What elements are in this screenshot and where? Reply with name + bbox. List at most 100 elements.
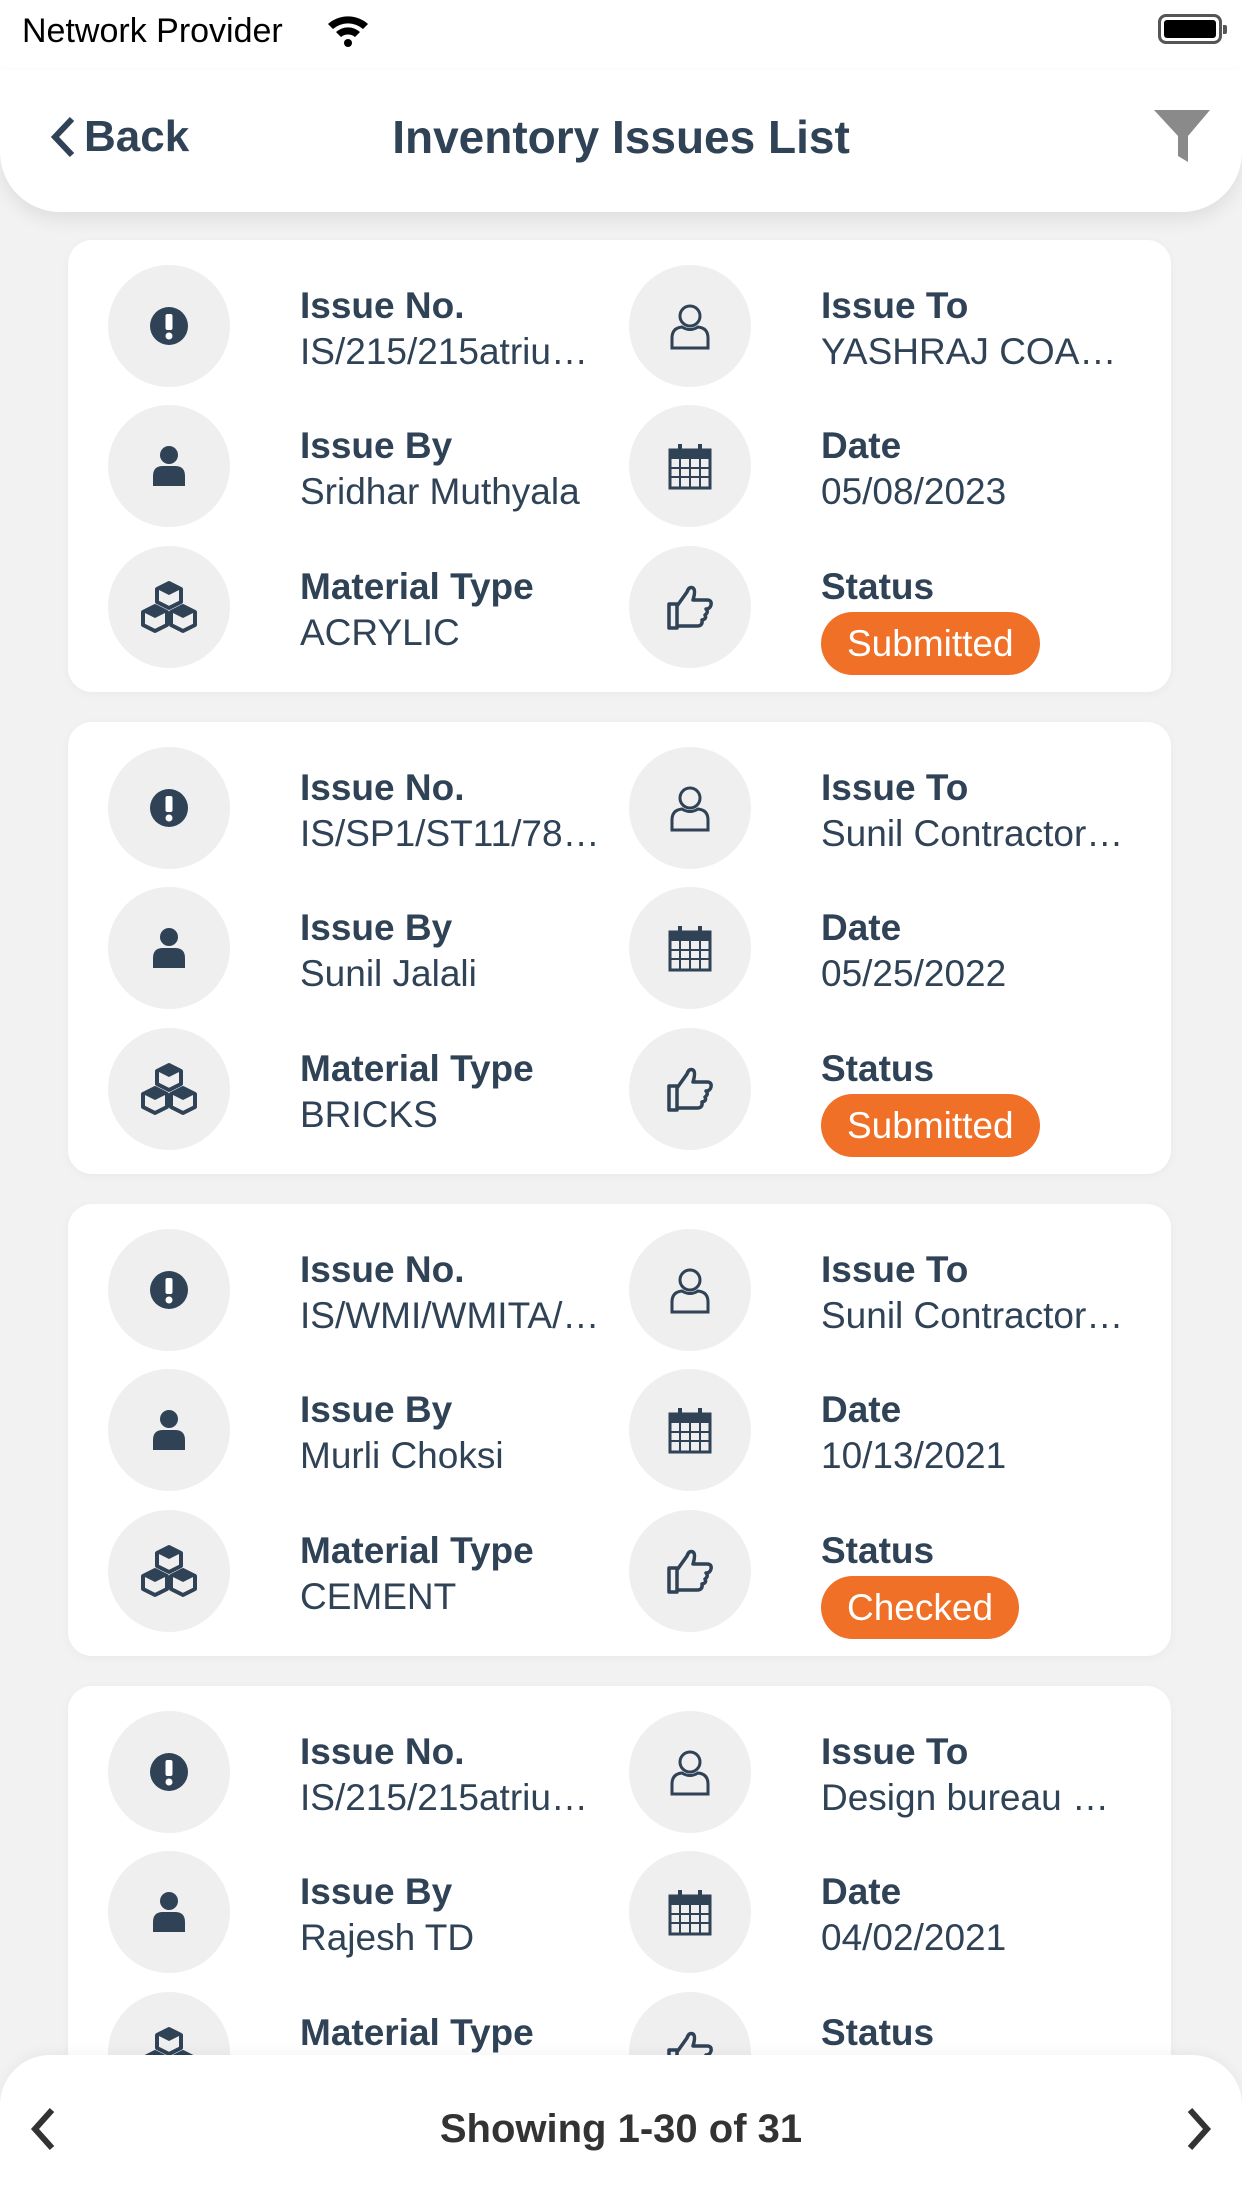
cubes-icon <box>108 1510 230 1632</box>
filter-icon <box>1154 110 1210 162</box>
thumbs-up-icon <box>629 1510 751 1632</box>
date-value: 04/02/2021 <box>821 1917 1007 1958</box>
date-value: 05/25/2022 <box>821 953 1007 994</box>
field-issue-no: Issue No. IS/215/215atriu… <box>108 265 628 389</box>
field-issue-to: Issue To Sunil Contractor… <box>629 1229 1149 1353</box>
material-type-label: Material Type <box>300 2012 534 2053</box>
field-issue-by: Issue By Sunil Jalali <box>108 887 628 1011</box>
issue-no-value: IS/215/215atriu… <box>300 1777 588 1818</box>
alert-icon <box>108 1711 230 1833</box>
field-issue-by: Issue By Rajesh TD <box>108 1851 628 1975</box>
date-label: Date <box>821 1389 902 1430</box>
issue-no-value: IS/WMI/WMITA/… <box>300 1295 600 1336</box>
issue-by-value: Sridhar Muthyala <box>300 471 580 512</box>
issue-by-value: Murli Choksi <box>300 1435 504 1476</box>
field-issue-no: Issue No. IS/WMI/WMITA/… <box>108 1229 628 1353</box>
issue-to-value: Design bureau … <box>821 1777 1109 1818</box>
issue-no-label: Issue No. <box>300 767 465 808</box>
issue-to-label: Issue To <box>821 285 969 326</box>
alert-icon <box>108 747 230 869</box>
status-label: Status <box>821 566 935 607</box>
pagination-text: Showing 1-30 of 31 <box>439 2107 803 2151</box>
issue-to-label: Issue To <box>821 1731 969 1772</box>
material-type-value: BRICKS <box>300 1094 438 1135</box>
field-issue-to: Issue To YASHRAJ COA… <box>629 265 1149 389</box>
user-outline-icon <box>629 747 751 869</box>
field-status: Status Submitted <box>629 1028 1149 1157</box>
issue-by-value: Sunil Jalali <box>300 953 477 994</box>
field-issue-to: Issue To Sunil Contractor… <box>629 747 1149 871</box>
material-type-value: CEMENT <box>300 1576 457 1617</box>
thumbs-up-icon <box>629 1028 751 1150</box>
user-outline-icon <box>629 1711 751 1833</box>
date-value: 10/13/2021 <box>821 1435 1007 1476</box>
status-badge: Checked <box>821 1576 1020 1639</box>
issue-no-label: Issue No. <box>300 1249 465 1290</box>
issue-no-value: IS/SP1/ST11/78… <box>300 813 600 854</box>
user-outline-icon <box>629 265 751 387</box>
date-label: Date <box>821 1871 902 1912</box>
field-status: Status Submitted <box>629 546 1149 675</box>
status-label: Status <box>821 2012 935 2053</box>
field-material-type: Material Type BRICKS <box>108 1028 628 1152</box>
field-date: Date 04/02/2021 <box>629 1851 1149 1975</box>
issue-by-label: Issue By <box>300 1871 453 1912</box>
field-issue-no: Issue No. IS/215/215atriu… <box>108 1711 628 1835</box>
issue-by-label: Issue By <box>300 907 453 948</box>
field-issue-no: Issue No. IS/SP1/ST11/78… <box>108 747 628 871</box>
field-date: Date 05/08/2023 <box>629 405 1149 529</box>
field-date: Date 10/13/2021 <box>629 1369 1149 1493</box>
issue-to-value: Sunil Contractor… <box>821 1295 1124 1336</box>
calendar-icon <box>629 887 751 1009</box>
date-value: 05/08/2023 <box>821 471 1007 512</box>
alert-icon <box>108 1229 230 1351</box>
cubes-icon <box>108 1028 230 1150</box>
material-type-value: ACRYLIC <box>300 612 460 653</box>
pagination-footer: Showing 1-30 of 31 <box>0 2055 1242 2208</box>
field-issue-by: Issue By Sridhar Muthyala <box>108 405 628 529</box>
field-material-type: Material Type CEMENT <box>108 1510 628 1634</box>
issue-card[interactable]: Issue No. IS/WMI/WMITA/… Issue To Sunil … <box>68 1204 1171 1656</box>
issue-by-value: Rajesh TD <box>300 1917 475 1958</box>
thumbs-up-icon <box>629 546 751 668</box>
battery-icon <box>1158 14 1227 44</box>
issue-card[interactable]: Issue No. IS/215/215atriu… Issue To YASH… <box>68 240 1171 692</box>
issue-no-value: IS/215/215atriu… <box>300 331 588 372</box>
field-date: Date 05/25/2022 <box>629 887 1149 1011</box>
material-type-label: Material Type <box>300 1048 534 1089</box>
field-issue-by: Issue By Murli Choksi <box>108 1369 628 1493</box>
carrier-name: Network Provider <box>22 12 283 50</box>
calendar-icon <box>629 1369 751 1491</box>
page-title: Inventory Issues List <box>392 111 850 163</box>
issue-no-label: Issue No. <box>300 285 465 326</box>
field-status: Status Checked <box>629 1510 1149 1639</box>
material-type-label: Material Type <box>300 566 534 607</box>
issue-by-label: Issue By <box>300 425 453 466</box>
status-bar: Network Provider <box>0 0 1242 70</box>
date-label: Date <box>821 425 902 466</box>
issue-card[interactable]: Issue No. IS/SP1/ST11/78… Issue To Sunil… <box>68 722 1171 1174</box>
status-badge: Submitted <box>821 1094 1040 1157</box>
issue-to-label: Issue To <box>821 767 969 808</box>
header: Back Inventory Issues List <box>0 70 1242 212</box>
status-label: Status <box>821 1048 935 1089</box>
field-issue-to: Issue To Design bureau … <box>629 1711 1149 1835</box>
issue-by-label: Issue By <box>300 1389 453 1430</box>
date-label: Date <box>821 907 902 948</box>
issue-to-label: Issue To <box>821 1249 969 1290</box>
next-page-button[interactable] <box>1184 2107 1214 2156</box>
user-icon <box>108 405 230 527</box>
issue-no-label: Issue No. <box>300 1731 465 1772</box>
user-outline-icon <box>629 1229 751 1351</box>
material-type-label: Material Type <box>300 1530 534 1571</box>
wifi-icon <box>326 12 370 53</box>
user-icon <box>108 1369 230 1491</box>
issue-to-value: Sunil Contractor… <box>821 813 1124 854</box>
user-icon <box>108 887 230 1009</box>
calendar-icon <box>629 1851 751 1973</box>
user-icon <box>108 1851 230 1973</box>
chevron-right-icon <box>1187 2107 1212 2151</box>
filter-button[interactable] <box>1152 108 1212 169</box>
alert-icon <box>108 265 230 387</box>
status-label: Status <box>821 1530 935 1571</box>
